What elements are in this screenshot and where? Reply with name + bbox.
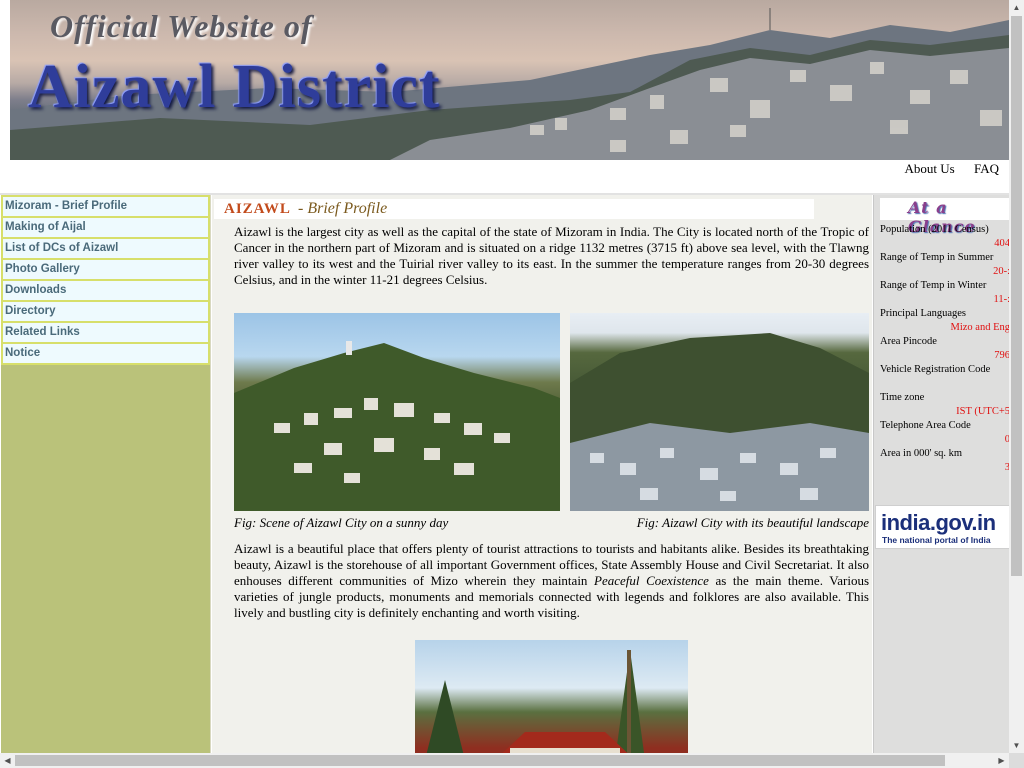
nav-item-making-of-aijal[interactable]: Making of Aijal [3,218,208,239]
scroll-right-arrow-icon[interactable]: ▶ [994,753,1009,768]
fact-value: Mizo and Eng [950,322,1010,333]
india-portal-tagline: The national portal of India [882,535,991,545]
nav-item-related-links[interactable]: Related Links [3,323,208,344]
about-us-link[interactable]: About Us [905,161,955,176]
photo-caption-1: Fig: Scene of Aizawl City on a sunny day [234,515,449,530]
horizontal-scroll-thumb[interactable] [15,755,945,766]
faq-link[interactable]: FAQ [974,161,999,176]
nav-item-downloads[interactable]: Downloads [3,281,208,302]
scroll-up-arrow-icon[interactable]: ▲ [1009,0,1024,15]
fact-value [880,377,1009,391]
description-emphasis: Peaceful Coexistence [594,573,709,588]
scrollbar-corner [1009,753,1024,768]
fact-label: Telephone Area Code [880,420,971,431]
banner-title-line2: Aizawl District [28,53,441,121]
facts-list: Population (2011 Census) 404 Range of Te… [880,223,1009,475]
fact-label: Area in 000' sq. km [880,448,963,459]
fact-value: 3 [1004,462,1009,473]
at-a-glance-panel: At a Glance Population (2011 Census) 404… [873,195,1009,753]
main-content: AIZAWL - Brief Profile Aizawl is the lar… [212,195,872,753]
vertical-scroll-thumb[interactable] [1011,16,1022,576]
fact-label: Range of Temp in Summer [880,252,994,263]
fact-label: Area Pincode [880,336,937,347]
photo-caption-2: Fig: Aizawl City with its beautiful land… [636,515,869,530]
fact-value: 796 [994,350,1009,361]
description-paragraph: Aizawl is a beautiful place that offers … [234,541,869,621]
nav-item-mizoram-brief-profile[interactable]: Mizoram - Brief Profile [3,197,208,218]
fact-value: 20-: [993,266,1009,277]
left-navigation: Mizoram - Brief Profile Making of Aijal … [1,195,211,753]
building-photo [415,640,688,753]
india-portal-logo-text: india.gov.in [881,510,996,535]
banner-title-line1: Official Website of [50,8,313,44]
fact-label: Vehicle Registration Code [880,364,991,375]
fact-label: Range of Temp in Winter [880,280,987,291]
page-title: AIZAWL - Brief Profile [214,199,814,219]
intro-paragraph: Aizawl is the largest city as well as th… [234,224,869,287]
nav-item-photo-gallery[interactable]: Photo Gallery [3,260,208,281]
sunny-city-photo [234,313,560,511]
nav-item-list-of-dcs[interactable]: List of DCs of Aizawl [3,239,208,260]
landscape-city-photo [570,313,869,511]
fact-value: 404 [994,238,1009,249]
fact-value: IST (UTC+5 [956,406,1009,417]
at-a-glance-title: At a Glance [880,198,1009,236]
india-portal-banner[interactable]: india.gov.in The national portal of Indi… [875,505,1009,549]
nav-menu: Mizoram - Brief Profile Making of Aijal … [1,195,210,365]
fact-label: Principal Languages [880,308,967,319]
page: Official Website of Aizawl District Abou… [0,0,1009,753]
page-title-secondary: - Brief Profile [298,200,388,217]
top-links: About Us FAQ [889,161,1000,177]
fact-value: 11-: [993,294,1009,305]
vertical-scrollbar[interactable]: ▲ ▼ [1009,0,1024,753]
fact-label: Population (2011 Census) [880,224,989,235]
nav-item-notice[interactable]: Notice [3,344,208,363]
scroll-down-arrow-icon[interactable]: ▼ [1009,738,1024,753]
scroll-left-arrow-icon[interactable]: ◀ [0,753,15,768]
page-title-primary: AIZAWL [224,201,291,217]
horizontal-scrollbar[interactable]: ◀ ▶ [0,753,1009,768]
site-banner: Official Website of Aizawl District [10,0,1009,160]
fact-value: 0 [1004,434,1009,445]
nav-item-directory[interactable]: Directory [3,302,208,323]
fact-label: Time zone [880,392,925,403]
